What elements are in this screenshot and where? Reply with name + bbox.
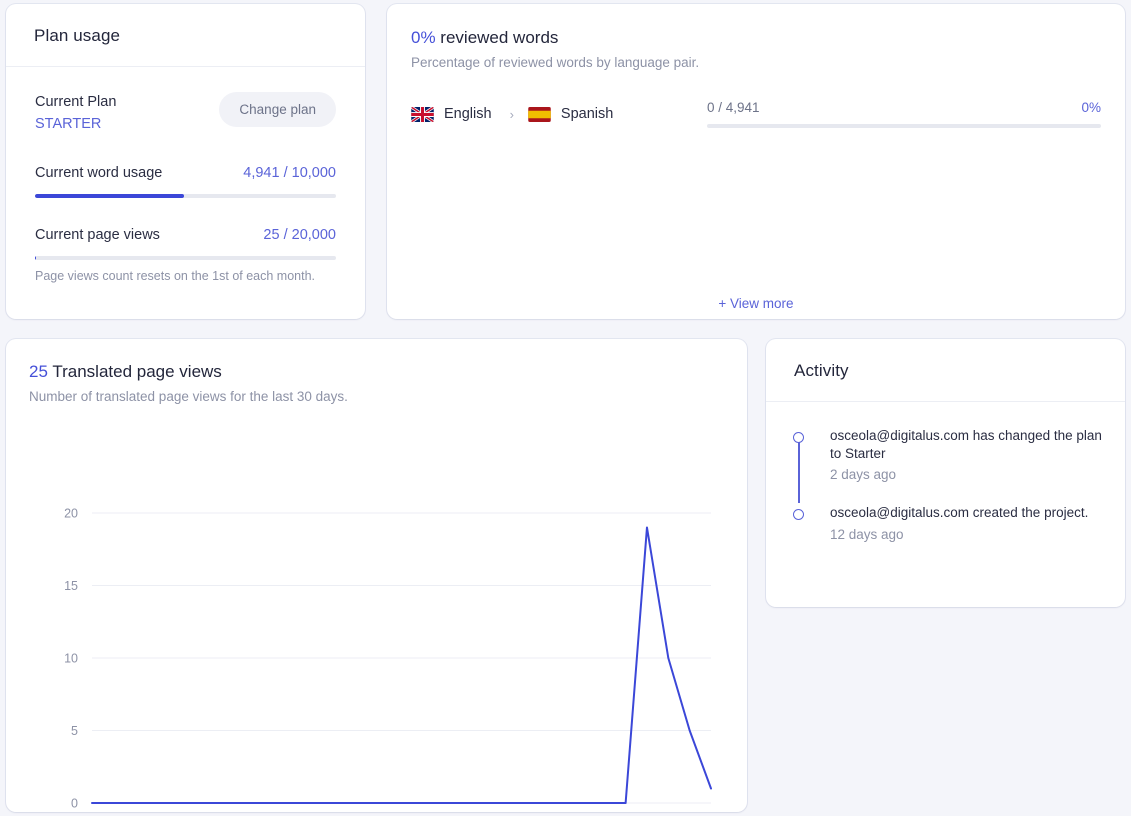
uk-flag-icon (411, 106, 434, 122)
current-plan-info: Current Plan STARTER (35, 91, 116, 136)
activity-connector-line (798, 441, 800, 503)
plan-usage-card: Plan usage Current Plan STARTER Change p… (6, 4, 365, 319)
chart-plot-area: 05101520May 15, 2020May 23, 2020May 31, … (6, 399, 747, 812)
chevron-right-icon: › (509, 106, 514, 122)
language-pair: English › Spanish (411, 106, 701, 122)
source-language-label: English (444, 106, 492, 122)
page-views-amount: 25 / 20,000 (263, 226, 336, 243)
activity-text-group: osceola@digitalus.com created the projec… (830, 504, 1103, 541)
reviewed-words-body: 0% reviewed words Percentage of reviewed… (387, 4, 1125, 128)
view-more-link[interactable]: + View more (387, 296, 1125, 311)
plan-usage-title: Plan usage (34, 26, 121, 45)
reviewed-words-percent: 0% (411, 28, 436, 47)
chart-title: 25 Translated page views (29, 362, 747, 382)
chart-y-tick-label: 10 (64, 652, 78, 666)
word-usage-row: Current word usage 4,941 / 10,000 (35, 165, 336, 181)
activity-card: Activity osceola@digitalus.com has chang… (766, 339, 1125, 607)
activity-list: osceola@digitalus.com has changed the pl… (766, 402, 1125, 542)
chart-title-rest: Translated page views (47, 362, 222, 381)
reviewed-words-title: 0% reviewed words (411, 28, 1101, 48)
chart-y-tick-label: 5 (71, 724, 78, 738)
activity-title: Activity (794, 361, 849, 380)
translated-page-views-card: 25 Translated page views Number of trans… (6, 339, 747, 812)
word-usage-progress-fill (35, 193, 184, 198)
activity-timeline-column (788, 427, 830, 503)
chart-data-line (91, 526, 712, 804)
activity-message: osceola@digitalus.com has changed the pl… (830, 428, 1102, 462)
word-usage-amount: 4,941 / 10,000 (243, 164, 336, 181)
plan-usage-header: Plan usage (6, 4, 365, 67)
activity-item: osceola@digitalus.com created the projec… (788, 504, 1103, 542)
reviewed-progress-labels: 0 / 4,941 0% (707, 100, 1101, 115)
reviewed-progress-group: 0 / 4,941 0% (707, 100, 1101, 128)
reviewed-count: 0 / 4,941 (707, 100, 760, 115)
change-plan-button[interactable]: Change plan (219, 92, 336, 127)
activity-text-group: osceola@digitalus.com has changed the pl… (830, 427, 1103, 482)
current-plan-value: STARTER (35, 116, 102, 133)
activity-item: osceola@digitalus.com has changed the pl… (788, 427, 1103, 503)
activity-header: Activity (766, 339, 1125, 402)
reviewed-row-percent: 0% (1081, 100, 1101, 115)
activity-dot-icon (793, 432, 804, 443)
spain-flag-icon (528, 106, 551, 122)
activity-timestamp: 2 days ago (830, 467, 897, 483)
activity-message: osceola@digitalus.com created the projec… (830, 505, 1089, 521)
line-chart: 05101520May 15, 2020May 23, 2020May 31, … (64, 507, 712, 811)
plan-usage-body: Current Plan STARTER Change plan Current… (6, 67, 365, 283)
chart-y-tick-label: 20 (64, 507, 78, 521)
language-pair-row: English › Spanish 0 / 4,941 0% (411, 100, 1101, 128)
page-views-row: Current page views 25 / 20,000 (35, 227, 336, 243)
reviewed-words-title-rest: reviewed words (435, 28, 559, 47)
page-views-block: Current page views 25 / 20,000 Page view… (35, 227, 336, 283)
page-views-note: Page views count resets on the 1st of ea… (35, 268, 316, 283)
chart-header: 25 Translated page views Number of trans… (6, 339, 747, 404)
page-views-label: Current page views (35, 226, 160, 243)
reviewed-progress-track (707, 124, 1101, 128)
word-usage-progress-track (35, 193, 336, 198)
page-views-progress-track (35, 255, 336, 260)
current-plan-label: Current Plan (35, 94, 117, 110)
activity-timestamp: 12 days ago (830, 526, 904, 542)
target-language-label: Spanish (560, 106, 614, 122)
chart-y-tick-label: 0 (71, 797, 78, 811)
activity-dot-icon (793, 509, 804, 521)
reviewed-words-card: 0% reviewed words Percentage of reviewed… (387, 4, 1125, 319)
word-usage-block: Current word usage 4,941 / 10,000 (35, 165, 336, 198)
chart-y-tick-label: 15 (64, 579, 78, 593)
chart-title-count: 25 (29, 362, 48, 381)
dashboard-page: Plan usage Current Plan STARTER Change p… (0, 0, 1131, 816)
page-views-progress-fill (35, 255, 37, 260)
current-plan-row: Current Plan STARTER Change plan (35, 91, 336, 136)
word-usage-label: Current word usage (35, 164, 163, 181)
activity-timeline-column (788, 504, 830, 541)
reviewed-words-subtitle: Percentage of reviewed words by language… (411, 55, 700, 70)
